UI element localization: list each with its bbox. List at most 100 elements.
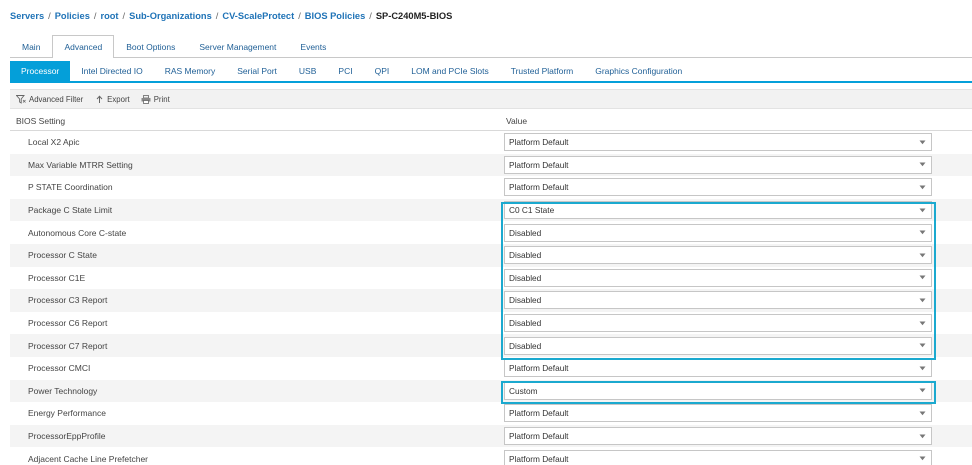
value-cell: Disabled [504, 291, 934, 310]
export-label: Export [107, 94, 130, 104]
bios-setting-name: Max Variable MTRR Setting [28, 159, 133, 170]
subtab-trusted-platform[interactable]: Trusted Platform [500, 61, 585, 81]
bios-setting-name: Processor C State [28, 250, 97, 261]
value-select-text: Platform Default [509, 137, 569, 148]
table-row: Power Technology Custom [10, 379, 972, 403]
bios-setting-name: Processor CMCI [28, 363, 91, 374]
table-row: ProcessorEppProfile Platform Default [10, 424, 972, 448]
value-select-text: Disabled [509, 295, 542, 306]
table-header: BIOS Setting Value [10, 111, 972, 131]
value-cell: Platform Default [504, 155, 934, 174]
value-select-text: Platform Default [509, 182, 569, 193]
table-row: Processor C State Disabled [10, 243, 972, 267]
table-row: Processor C7 Report Disabled [10, 334, 972, 357]
chevron-down-icon [918, 455, 926, 463]
value-select[interactable]: Platform Default [504, 427, 932, 446]
column-header-value[interactable]: Value [506, 116, 527, 126]
chevron-down-icon [918, 183, 926, 191]
tab-server-management[interactable]: Server Management [187, 35, 288, 57]
chevron-down-icon [918, 409, 926, 417]
advanced-filter-button[interactable]: Advanced Filter [16, 94, 83, 104]
breadcrumb-root[interactable]: root [100, 11, 118, 21]
value-cell: Platform Default [504, 133, 934, 152]
subtab-qpi[interactable]: QPI [364, 61, 401, 81]
bios-setting-name: Adjacent Cache Line Prefetcher [28, 453, 149, 464]
tab-events[interactable]: Events [288, 35, 338, 57]
top-tab-bar: Main Advanced Boot Options Server Manage… [10, 35, 972, 58]
subtab-usb[interactable]: USB [288, 61, 327, 81]
chevron-down-icon [918, 364, 926, 372]
value-select[interactable]: Platform Default [504, 178, 932, 197]
breadcrumb-cv-scaleprotect[interactable]: CV-ScaleProtect [222, 11, 294, 21]
table-row: Autonomous Core C-state Disabled [10, 221, 972, 244]
value-select[interactable]: Disabled [504, 336, 932, 355]
value-select[interactable]: Platform Default [504, 449, 932, 465]
breadcrumb-separator: / [122, 11, 126, 21]
value-select-text: C0 C1 State [509, 205, 555, 216]
tab-boot-options[interactable]: Boot Options [114, 35, 187, 57]
subtab-processor[interactable]: Processor [10, 61, 71, 81]
chevron-down-icon [918, 251, 926, 259]
value-cell: Disabled [504, 336, 934, 355]
breadcrumb-bios-policies[interactable]: BIOS Policies [305, 11, 365, 21]
value-select[interactable]: Disabled [504, 246, 932, 265]
value-select[interactable]: Disabled [504, 314, 932, 333]
bios-settings-table: BIOS Setting Value Local X2 Apic Platform… [10, 111, 972, 465]
print-icon [141, 94, 151, 104]
table-row: Max Variable MTRR Setting Platform Defaul… [10, 153, 972, 177]
table-row: Local X2 Apic Platform Default [10, 131, 972, 154]
value-select[interactable]: Platform Default [504, 133, 932, 152]
chevron-down-icon [918, 319, 926, 327]
breadcrumb-sub-organizations[interactable]: Sub-Organizations [129, 11, 212, 21]
bios-setting-name: Power Technology [28, 385, 98, 396]
bios-setting-name: Processor C1E [28, 272, 86, 283]
bios-setting-name: Processor C3 Report [28, 295, 108, 306]
breadcrumb: Servers / Policies / root / Sub-Organiza… [10, 9, 452, 23]
breadcrumb-separator: / [369, 11, 372, 21]
value-cell: Disabled [504, 314, 934, 333]
chevron-down-icon [918, 206, 926, 214]
value-cell: Custom [504, 381, 934, 400]
table-toolbar: Advanced Filter Export Print [10, 89, 972, 109]
breadcrumb-separator: / [215, 11, 219, 21]
value-select[interactable]: Disabled [504, 268, 932, 287]
value-select[interactable]: Disabled [504, 223, 932, 242]
subtab-serial-port[interactable]: Serial Port [226, 61, 288, 81]
value-select[interactable]: Disabled [504, 291, 932, 310]
breadcrumb-servers[interactable]: Servers [10, 11, 44, 21]
bios-setting-name: Local X2 Apic [28, 137, 80, 148]
subtab-pci[interactable]: PCI [327, 61, 363, 81]
table-row: Processor C6 Report Disabled [10, 312, 972, 335]
bios-setting-name: Autonomous Core C-state [28, 227, 127, 238]
print-button[interactable]: Print [141, 94, 170, 104]
table-row: Energy Performance Platform Default [10, 402, 972, 425]
value-select[interactable]: C0 C1 State [504, 201, 932, 220]
filter-icon [16, 94, 26, 104]
print-label: Print [153, 94, 170, 104]
tab-main[interactable]: Main [10, 35, 52, 57]
value-select[interactable]: Platform Default [504, 359, 932, 378]
table-row: Processor C3 Report Disabled [10, 289, 972, 312]
value-cell: Platform Default [504, 359, 934, 378]
sub-tab-bar: Processor Intel Directed IO RAS Memory S… [10, 61, 972, 83]
value-select-text: Platform Default [509, 453, 569, 464]
chevron-down-icon [918, 161, 926, 169]
value-select[interactable]: Custom [504, 381, 932, 400]
export-button[interactable]: Export [94, 94, 130, 104]
subtab-lom-pcie-slots[interactable]: LOM and PCIe Slots [400, 61, 499, 81]
breadcrumb-policies[interactable]: Policies [55, 11, 90, 21]
subtab-ras-memory[interactable]: RAS Memory [154, 61, 227, 81]
bios-setting-name: P STATE Coordination [28, 182, 113, 193]
value-select[interactable]: Platform Default [504, 155, 932, 174]
tab-advanced[interactable]: Advanced [52, 35, 115, 58]
value-select-text: Disabled [509, 250, 542, 261]
value-cell: Disabled [504, 268, 934, 287]
column-header-bios-setting[interactable]: BIOS Setting [10, 116, 506, 126]
subtab-intel-directed-io[interactable]: Intel Directed IO [70, 61, 153, 81]
subtab-graphics-configuration[interactable]: Graphics Configuration [584, 61, 693, 81]
value-select-text: Platform Default [509, 408, 569, 419]
value-select[interactable]: Platform Default [504, 404, 932, 423]
value-cell: Disabled [504, 246, 934, 265]
value-cell: Platform Default [504, 404, 934, 423]
table-row: Processor C1E Disabled [10, 267, 972, 290]
